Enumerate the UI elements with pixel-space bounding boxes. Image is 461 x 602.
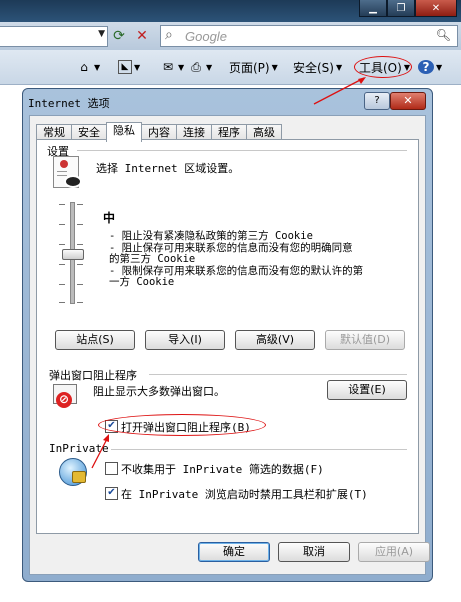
advanced-button[interactable]: 高级(V) [235, 330, 315, 350]
sites-button[interactable]: 站点(S) [55, 330, 135, 350]
search-icon[interactable]: 🔍︎ [436, 28, 451, 42]
privacy-level-slider-thumb[interactable] [62, 249, 84, 260]
chevron-down-icon: ▼ [206, 62, 213, 72]
page-menu[interactable]: 页面(P) ▼ [229, 59, 278, 75]
home-button[interactable]: ⌂ ▼ [76, 59, 100, 75]
inprivate-no-collect-label[interactable]: 不收集用于 InPrivate 筛选的数据(F) [121, 461, 324, 477]
chevron-down-icon: ▼ [335, 62, 343, 72]
help-button[interactable]: ? [364, 92, 390, 110]
refresh-icon[interactable]: ⟳ [110, 27, 128, 45]
privacy-level-name: 中 [103, 211, 116, 225]
import-button[interactable]: 导入(I) [145, 330, 225, 350]
search-placeholder: Google [185, 29, 227, 44]
cancel-button[interactable]: 取消 [278, 542, 350, 562]
print-icon: ⎙ [191, 60, 201, 74]
close-button[interactable]: ✕ [390, 92, 426, 110]
divider [77, 150, 407, 151]
chevron-down-icon: ▼ [94, 62, 101, 72]
page-menu-label: 页面(P) [229, 60, 270, 75]
stop-icon[interactable]: ✕ [133, 27, 151, 45]
divider [111, 449, 407, 450]
search-provider-icon: ⌕ [165, 27, 173, 43]
eye-icon [64, 175, 82, 188]
search-input[interactable]: ⌕ Google 🔍︎ [160, 25, 458, 47]
internet-options-dialog: Internet 选项 ? ✕ 常规 安全 隐私 内容 连接 程序 高级 设置 … [22, 88, 433, 582]
tab-privacy[interactable]: 隐私 [106, 122, 142, 142]
apply-button[interactable]: 应用(A) [358, 542, 430, 562]
minimize-button[interactable]: ▁ [359, 0, 387, 17]
address-input[interactable]: ▼ [0, 26, 108, 47]
no-entry-icon: ⊘ [56, 392, 72, 408]
feeds-icon: ◣ [118, 60, 132, 74]
tab-strip: 常规 安全 隐私 内容 连接 程序 高级 [36, 122, 282, 142]
chevron-down-icon: ▼ [178, 62, 185, 72]
privacy-tab-panel: 设置 选择 Internet 区域设置。 中 - 阻止没有紧凑隐私政策的第三方 … [36, 139, 419, 534]
popup-settings-button[interactable]: 设置(E) [327, 380, 407, 400]
inprivate-heading: InPrivate [49, 442, 109, 455]
popup-blocker-highlight-ring [98, 414, 266, 436]
browser-title-bar: ▁ ❐ ✕ [0, 0, 461, 22]
dialog-client-area: 常规 安全 隐私 内容 连接 程序 高级 设置 选择 Internet 区域设置… [29, 115, 430, 575]
help-menu[interactable]: ? ▼ [418, 59, 442, 75]
inprivate-no-collect-checkbox[interactable] [105, 462, 118, 475]
popup-blocker-description: 阻止显示大多数弹出窗口。 [93, 385, 225, 398]
dialog-title: Internet 选项 [28, 97, 110, 110]
safety-menu-label: 安全(S) [293, 60, 334, 75]
divider [149, 374, 407, 375]
safety-menu[interactable]: 安全(S) ▼ [293, 59, 342, 75]
popup-blocker-icon: ⊘ [53, 384, 77, 408]
inprivate-disable-toolbars-checkbox[interactable]: ✔ [105, 487, 118, 500]
popup-blocker-heading: 弹出窗口阻止程序 [49, 369, 137, 382]
mail-button[interactable]: ✉ ▼ [160, 59, 184, 75]
tools-highlight-ring [354, 56, 412, 78]
chevron-down-icon[interactable]: ▼ [98, 29, 105, 39]
person-icon [60, 160, 68, 168]
mail-icon: ✉ [162, 60, 174, 74]
chevron-down-icon: ▼ [134, 62, 141, 72]
feeds-button[interactable]: ◣ ▼ [118, 59, 140, 75]
chevron-down-icon: ▼ [436, 62, 443, 72]
print-button[interactable]: ⎙ ▼ [188, 59, 212, 75]
zone-instruction: 选择 Internet 区域设置。 [96, 162, 240, 175]
window-controls: ▁ ❐ ✕ [359, 0, 457, 17]
privacy-level-description: - 阻止没有紧凑隐私政策的第三方 Cookie - 阻止保存可用来联系您的信息而… [109, 230, 364, 288]
ok-button[interactable]: 确定 [198, 542, 270, 562]
home-icon: ⌂ [80, 60, 88, 74]
inprivate-disable-toolbars-label[interactable]: 在 InPrivate 浏览启动时禁用工具栏和扩展(T) [121, 486, 368, 502]
close-window-button[interactable]: ✕ [415, 0, 457, 17]
command-bar: ⌂ ▼ ◣ ▼ ✉ ▼ ⎙ ▼ 页面(P) ▼ 安全(S) ▼ 工具(O) ▼ ? ▼ [0, 50, 461, 85]
address-bar-row: ▼ ⟳ ✕ ⌕ Google 🔍︎ [0, 22, 461, 50]
help-icon: ? [418, 60, 434, 74]
lock-icon [72, 471, 86, 483]
privacy-document-icon [53, 156, 82, 188]
inprivate-icon [59, 458, 87, 486]
maximize-button[interactable]: ❐ [387, 0, 415, 17]
default-button[interactable]: 默认值(D) [325, 330, 405, 350]
chevron-down-icon: ▼ [271, 62, 278, 72]
